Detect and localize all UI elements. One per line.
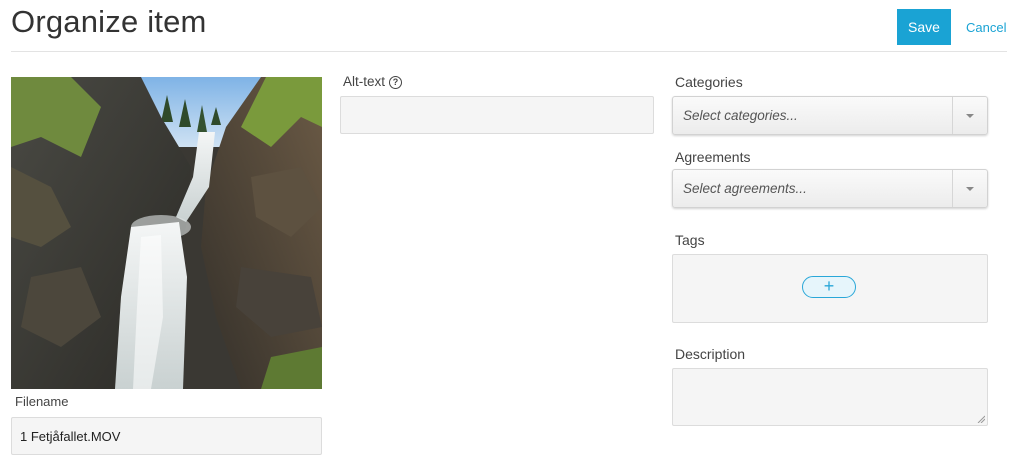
agreements-placeholder: Select agreements... [683, 181, 807, 196]
save-button[interactable]: Save [897, 9, 951, 45]
page-title: Organize item [11, 4, 207, 39]
filename-label: Filename [15, 394, 69, 409]
tags-box: + [672, 254, 988, 323]
categories-label: Categories [675, 74, 743, 90]
add-tag-button[interactable]: + [802, 276, 856, 298]
question-circle-icon[interactable]: ? [389, 76, 403, 89]
categories-placeholder: Select categories... [683, 108, 798, 123]
description-label: Description [675, 346, 746, 362]
alt-text-input[interactable] [340, 96, 654, 134]
agreements-label: Agreements [675, 149, 751, 165]
filename-field[interactable]: 1 Fetjåfallet.MOV [11, 417, 322, 455]
chevron-down-icon[interactable] [953, 113, 987, 118]
cancel-link[interactable]: Cancel [966, 20, 1006, 35]
description-textarea[interactable] [672, 368, 988, 426]
alt-text-label-text: Alt-text [343, 74, 386, 89]
chevron-down-icon[interactable] [953, 186, 987, 191]
media-preview-image [11, 77, 322, 389]
agreements-select[interactable]: Select agreements... [672, 169, 988, 208]
resize-grip-icon[interactable] [977, 415, 985, 423]
alt-text-label: Alt-text? [343, 74, 403, 89]
header-divider [11, 51, 1007, 52]
tags-label: Tags [675, 232, 705, 248]
categories-select[interactable]: Select categories... [672, 96, 988, 135]
